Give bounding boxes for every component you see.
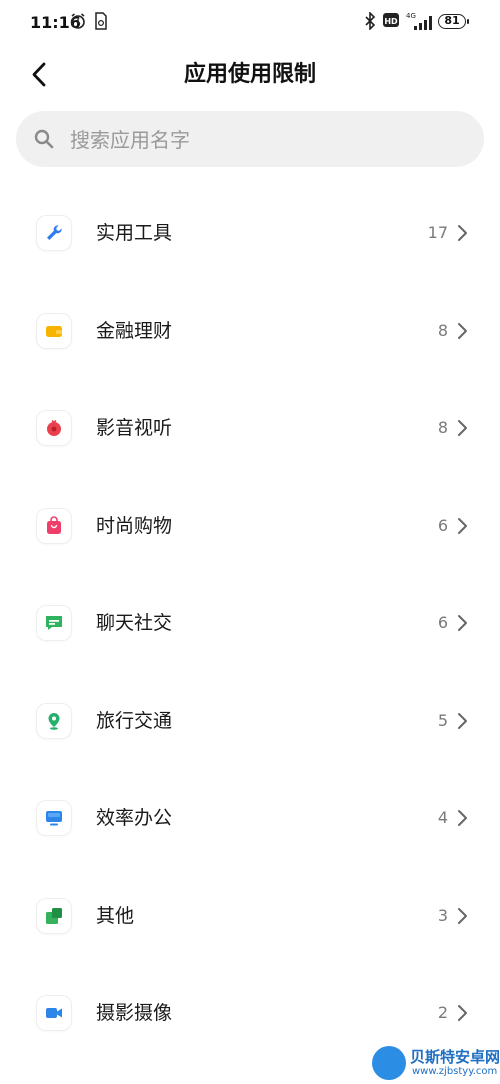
battery-icon: 81 [438, 14, 466, 29]
chevron-right-icon [456, 224, 468, 246]
page-title: 应用使用限制 [183, 62, 316, 87]
back-button[interactable] [24, 58, 58, 92]
chevron-right-icon [456, 517, 468, 539]
chat-icon [37, 606, 71, 640]
list-item-shopping[interactable]: 时尚购物 6 [0, 479, 500, 577]
list-item-utilities[interactable]: 实用工具 17 [0, 186, 500, 284]
list-item-finance[interactable]: 金融理财 8 [0, 284, 500, 382]
item-label: 摄影摄像 [96, 1002, 173, 1024]
item-count: 2 [437, 1003, 448, 1022]
chevron-right-icon [456, 712, 468, 734]
category-list: 实用工具 17 金融理财 8 影音视听 8 时尚购物 6 聊天社交 6 旅行交通… [0, 186, 500, 1064]
item-count: 6 [437, 515, 448, 535]
wrench-icon [37, 216, 71, 250]
media-icon [37, 411, 71, 445]
battery-tip [467, 19, 469, 24]
chevron-right-icon [456, 907, 468, 929]
chevron-right-icon [456, 614, 468, 636]
other-apps-icon [37, 898, 71, 933]
item-label: 聊天社交 [96, 612, 173, 634]
list-item-media[interactable]: 影音视听 8 [0, 381, 500, 479]
chevron-right-icon [456, 809, 468, 831]
signal-icon: 4G [404, 10, 434, 36]
hd-icon: HD [383, 12, 399, 32]
item-count: 3 [437, 905, 448, 925]
watermark: 贝斯特安卓网 www.zjbstyy.com [372, 1042, 500, 1084]
back-arrow-icon [32, 62, 46, 87]
camera-icon [37, 996, 71, 1030]
file-icon [94, 12, 108, 34]
item-count: 8 [437, 418, 448, 437]
list-item-travel[interactable]: 旅行交通 5 [0, 674, 500, 772]
network-type: 4G [406, 12, 416, 20]
bluetooth-icon [364, 11, 376, 34]
monitor-icon [37, 801, 71, 835]
search-box[interactable] [16, 111, 484, 169]
watermark-url: www.zjbstyy.com [412, 1066, 498, 1077]
item-count: 4 [437, 808, 448, 827]
alarm-icon [69, 12, 87, 34]
chevron-right-icon [456, 1004, 468, 1026]
chevron-right-icon [456, 419, 468, 441]
item-count: 17 [427, 223, 448, 242]
list-item-social[interactable]: 聊天社交 6 [0, 576, 500, 674]
item-count: 8 [437, 320, 448, 340]
list-item-other[interactable]: 其他 3 [0, 869, 500, 967]
shopping-bag-icon [37, 508, 71, 543]
item-label: 影音视听 [96, 417, 173, 439]
hd-badge-text: HD [384, 17, 398, 26]
search-icon [34, 129, 54, 153]
search-input[interactable] [68, 111, 472, 169]
location-pin-icon [37, 703, 71, 738]
item-label: 金融理财 [96, 319, 173, 342]
item-label: 时尚购物 [96, 514, 173, 537]
item-label: 其他 [96, 904, 135, 927]
battery-level: 81 [444, 14, 460, 27]
item-label: 实用工具 [96, 222, 173, 244]
item-count: 5 [437, 710, 448, 730]
item-label: 旅行交通 [96, 709, 173, 732]
status-bar: 11:16 HD 4G 81 [0, 0, 500, 46]
chevron-right-icon [456, 322, 468, 344]
list-item-office[interactable]: 效率办公 4 [0, 771, 500, 869]
wallet-icon [37, 313, 71, 348]
watermark-title: 贝斯特安卓网 [410, 1048, 500, 1066]
item-count: 6 [437, 613, 448, 632]
watermark-logo-icon [372, 1046, 406, 1080]
item-label: 效率办公 [96, 807, 173, 829]
